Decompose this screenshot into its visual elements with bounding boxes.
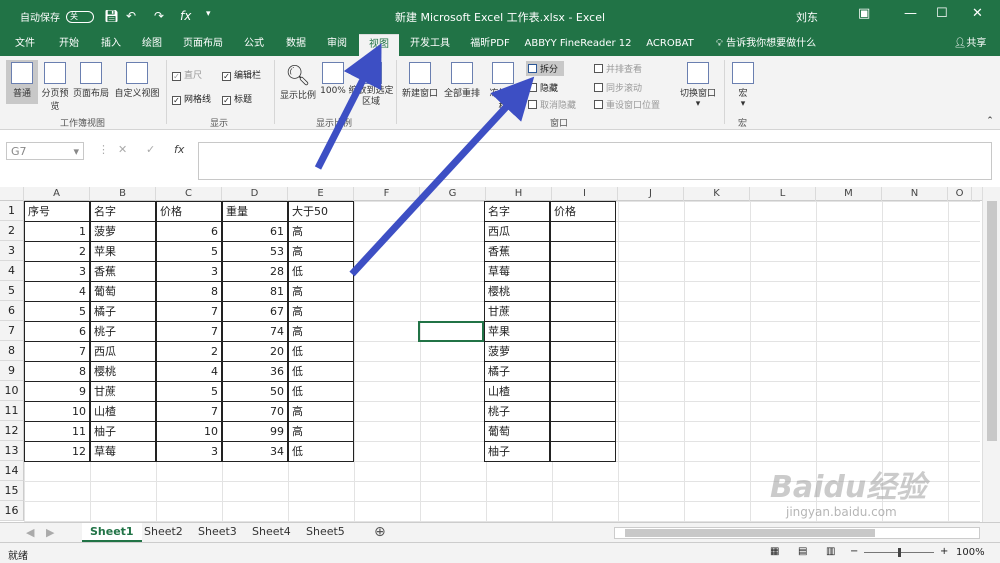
annotation-arrows [314, 43, 535, 277]
arrow-to-split-button [349, 76, 535, 277]
arrow-to-view-tab [314, 43, 382, 170]
